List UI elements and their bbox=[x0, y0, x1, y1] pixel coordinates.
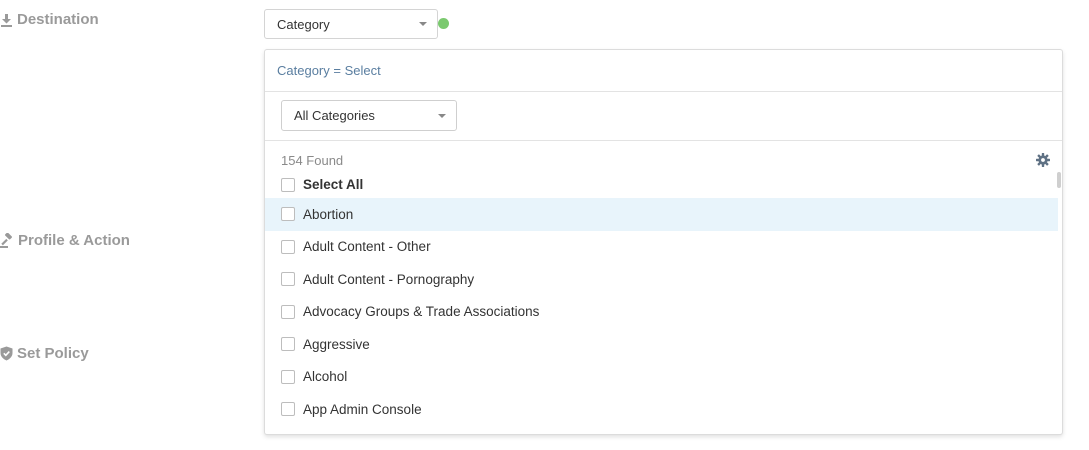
item-checkbox[interactable] bbox=[281, 304, 295, 319]
list-item[interactable]: Abortion bbox=[265, 198, 1058, 231]
gavel-icon bbox=[0, 233, 14, 248]
gear-icon[interactable] bbox=[1036, 153, 1050, 172]
select-all-row[interactable]: Select All bbox=[265, 171, 1058, 198]
destination-type-value: Category bbox=[277, 16, 330, 32]
item-checkbox[interactable] bbox=[281, 239, 295, 254]
section-set-policy-label: Set Policy bbox=[17, 345, 89, 362]
list-item-label: App Admin Console bbox=[303, 401, 422, 417]
section-destination-label: Destination bbox=[17, 11, 99, 28]
category-panel-header[interactable]: Category = Select bbox=[265, 50, 1062, 92]
category-condition: Category = Select bbox=[277, 63, 381, 78]
list-item-label: Adult Content - Pornography bbox=[303, 271, 475, 287]
list-item-label: Adult Content - Other bbox=[303, 239, 431, 255]
item-checkbox[interactable] bbox=[281, 402, 295, 417]
section-set-policy: Set Policy bbox=[0, 345, 89, 362]
select-all-label: Select All bbox=[303, 177, 364, 192]
list-item[interactable]: Adult Content - Pornography bbox=[265, 263, 1058, 296]
section-destination: Destination bbox=[0, 11, 99, 28]
list-item[interactable]: Adult Content - Other bbox=[265, 231, 1058, 264]
list-item-label: Alcohol bbox=[303, 369, 348, 385]
select-all-checkbox[interactable] bbox=[281, 177, 295, 192]
list-item-label: Aggressive bbox=[303, 336, 370, 352]
category-list: Select All Abortion Adult Content - Othe… bbox=[265, 171, 1058, 426]
list-item[interactable]: Advocacy Groups & Trade Associations bbox=[265, 296, 1058, 329]
download-icon bbox=[0, 13, 13, 27]
status-dot bbox=[438, 18, 449, 29]
list-item[interactable]: Alcohol bbox=[265, 361, 1058, 394]
list-item[interactable]: App Admin Console bbox=[265, 393, 1058, 426]
item-checkbox[interactable] bbox=[281, 369, 295, 384]
item-checkbox[interactable] bbox=[281, 272, 295, 287]
category-filter-select[interactable]: All Categories bbox=[281, 100, 457, 131]
list-item[interactable]: Aggressive bbox=[265, 328, 1058, 361]
category-filter-value: All Categories bbox=[294, 108, 375, 123]
policy-editor: Destination Profile & Action Set Policy … bbox=[0, 0, 1089, 450]
found-count: 154 Found bbox=[281, 153, 344, 168]
chevron-down-icon bbox=[438, 113, 446, 118]
item-checkbox[interactable] bbox=[281, 207, 295, 222]
shield-check-icon bbox=[0, 346, 13, 361]
item-checkbox[interactable] bbox=[281, 337, 295, 352]
section-profile-action-label: Profile & Action bbox=[18, 232, 130, 249]
list-item-label: Advocacy Groups & Trade Associations bbox=[303, 304, 540, 320]
filter-row: All Categories bbox=[265, 92, 1062, 141]
category-panel: Category = Select All Categories 154 Fou… bbox=[264, 49, 1063, 435]
section-profile-action: Profile & Action bbox=[0, 232, 130, 249]
list-item-label: Abortion bbox=[303, 206, 354, 222]
chevron-down-icon bbox=[419, 22, 427, 26]
destination-type-select[interactable]: Category bbox=[264, 9, 438, 39]
